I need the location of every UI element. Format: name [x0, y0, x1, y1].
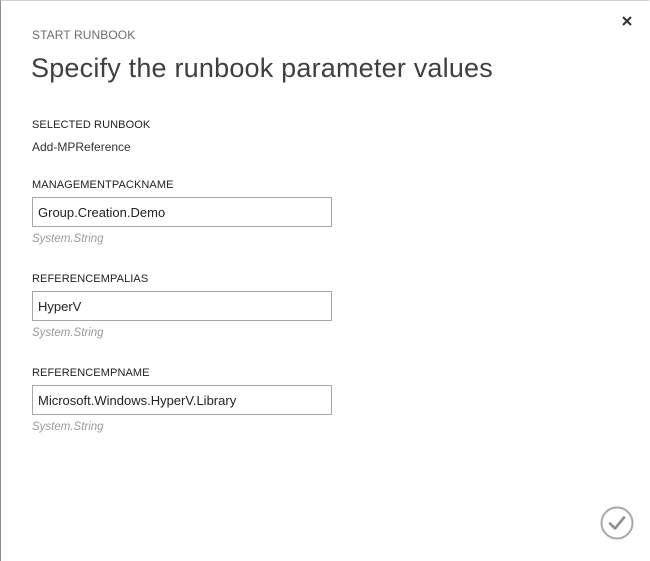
managementpackname-input[interactable]	[32, 197, 332, 227]
section-label: START RUNBOOK	[32, 28, 136, 42]
dialog-title: Specify the runbook parameter values	[31, 53, 493, 83]
referencempname-input[interactable]	[32, 385, 332, 415]
start-runbook-dialog: START RUNBOOK Specify the runbook parame…	[0, 0, 649, 561]
close-icon	[622, 16, 632, 26]
checkmark-circle-icon	[600, 506, 634, 540]
selected-runbook-value: Add-MPReference	[32, 140, 131, 154]
referencempalias-type-hint: System.String	[32, 327, 104, 339]
referencempname-type-hint: System.String	[32, 421, 104, 433]
referencempalias-label: REFERENCEMPALIAS	[32, 273, 149, 285]
referencempalias-input[interactable]	[32, 291, 332, 321]
managementpackname-type-hint: System.String	[32, 233, 104, 245]
confirm-button[interactable]	[600, 506, 634, 540]
referencempname-label: REFERENCEMPNAME	[32, 367, 150, 379]
close-button[interactable]	[619, 13, 635, 29]
selected-runbook-label: SELECTED RUNBOOK	[32, 119, 151, 131]
managementpackname-label: MANAGEMENTPACKNAME	[32, 179, 174, 191]
